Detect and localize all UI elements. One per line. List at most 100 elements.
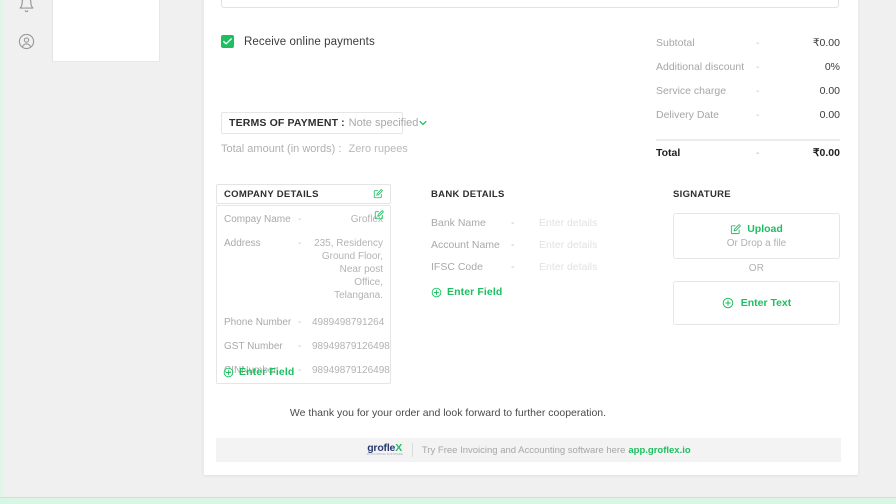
receive-online-payments-checkbox[interactable] bbox=[221, 35, 234, 48]
company-field-value: 98949879126498 bbox=[312, 341, 390, 352]
groflex-logo-text: grofleX bbox=[367, 443, 402, 454]
footer-promo-link[interactable]: app.groflex.io bbox=[628, 445, 690, 456]
invoice-summary: Subtotal - ₹0.00 Additional discount - 0… bbox=[656, 37, 840, 171]
signature-or-divider: OR bbox=[748, 263, 765, 274]
company-field-dash: - bbox=[298, 317, 302, 328]
thank-you-message: We thank you for your order and look for… bbox=[289, 407, 607, 419]
edit-company-title-icon[interactable] bbox=[373, 189, 383, 199]
summary-dash: - bbox=[756, 85, 760, 97]
company-field-value: 4989498791264 bbox=[312, 317, 385, 328]
terms-of-payment-value: Note specified bbox=[348, 117, 419, 129]
signature-upload-label: Upload bbox=[747, 223, 783, 235]
user-account-icon[interactable] bbox=[18, 33, 35, 50]
bank-details-title: BANK DETAILS bbox=[431, 189, 505, 200]
terms-of-payment-colon: : bbox=[341, 117, 345, 129]
signature-dropzone-hint: Or Drop a file bbox=[726, 238, 787, 249]
bank-enter-field-button[interactable]: Enter Field bbox=[431, 286, 502, 298]
summary-label: Service charge bbox=[656, 85, 727, 97]
summary-row-additional-discount: Additional discount - 0% bbox=[656, 61, 840, 85]
receive-online-payments-label: Receive online payments bbox=[244, 35, 375, 48]
signature-upload-dropzone[interactable]: Upload Or Drop a file bbox=[673, 213, 840, 259]
summary-dash: - bbox=[756, 109, 760, 121]
summary-label: Delivery Date bbox=[656, 109, 720, 121]
upload-edit-icon bbox=[731, 223, 741, 234]
company-field-value: 98949879126498 bbox=[312, 365, 390, 376]
company-field-dash: - bbox=[298, 214, 302, 225]
chevron-down-icon[interactable] bbox=[418, 118, 428, 128]
rail-accent-bar bbox=[0, 0, 3, 497]
company-field-key: Compay Name bbox=[224, 214, 291, 225]
bottom-accent-strip bbox=[0, 497, 896, 504]
bank-row-ifsc-code[interactable]: IFSC Code - Enter details bbox=[431, 261, 616, 283]
bank-row-bank-name[interactable]: Bank Name - Enter details bbox=[431, 217, 616, 239]
summary-row-service-charge: Service charge - 0.00 bbox=[656, 85, 840, 109]
summary-dash: - bbox=[756, 61, 760, 73]
bank-field-dash: - bbox=[511, 261, 515, 273]
signature-title: SIGNATURE bbox=[673, 189, 731, 200]
footer-promo-text: Try Free Invoicing and Accounting softwa… bbox=[421, 444, 626, 456]
plus-circle-icon bbox=[431, 287, 442, 297]
summary-label: Additional discount bbox=[656, 61, 745, 73]
company-row-phone-number: Phone Number - 4989498791264 bbox=[224, 316, 385, 329]
plus-circle-icon bbox=[223, 367, 234, 377]
bank-field-dash: - bbox=[511, 217, 515, 229]
company-field-key: Phone Number bbox=[224, 317, 292, 328]
bank-field-value[interactable]: Enter details bbox=[539, 239, 597, 251]
company-field-value: 235, Residency Ground Floor, Near post O… bbox=[314, 238, 383, 301]
sidebar-preview-card bbox=[52, 0, 160, 62]
summary-value: ₹0.00 bbox=[812, 37, 840, 49]
company-row-company-name: Compay Name - Groflex bbox=[224, 213, 383, 226]
total-in-words-label: Total amount (in words) : bbox=[221, 143, 342, 155]
groflex-logo: grofleX ACCOUNTING SOFTWARE bbox=[366, 443, 413, 458]
total-in-words-value: Zero rupees bbox=[348, 143, 408, 155]
summary-row-subtotal: Subtotal - ₹0.00 bbox=[656, 37, 840, 61]
summary-value: 0.00 bbox=[819, 109, 840, 121]
edit-company-details-icon[interactable] bbox=[374, 210, 384, 220]
summary-total-value: ₹0.00 bbox=[812, 147, 840, 159]
bank-field-key: Bank Name bbox=[431, 217, 486, 229]
company-row-gst-number: GST Number - 98949879126498 bbox=[224, 340, 390, 353]
summary-separator bbox=[656, 139, 840, 141]
bank-row-account-name[interactable]: Account Name - Enter details bbox=[431, 239, 616, 261]
total-amount-in-words: Total amount (in words) : Zero rupees bbox=[221, 143, 408, 155]
company-enter-field-label: Enter Field bbox=[239, 366, 295, 378]
terms-of-payment-label: TERMS OF PAYMENT bbox=[229, 117, 339, 129]
plus-circle-icon bbox=[722, 297, 733, 309]
company-details-card: Compay Name - Groflex Address - 235, Res… bbox=[216, 205, 391, 384]
company-field-value: Groflex bbox=[350, 214, 383, 225]
signature-enter-text-label: Enter Text bbox=[740, 297, 792, 309]
summary-value: 0% bbox=[824, 61, 840, 73]
company-field-key: Address bbox=[224, 238, 261, 249]
company-field-key: GST Number bbox=[224, 341, 283, 352]
bank-field-key: Account Name bbox=[431, 239, 500, 251]
panel-left-edge bbox=[203, 0, 204, 475]
summary-total-label: Total bbox=[656, 147, 681, 159]
bank-field-dash: - bbox=[511, 239, 515, 251]
footer-promo-banner: grofleX ACCOUNTING SOFTWARE Try Free Inv… bbox=[216, 438, 841, 462]
signature-enter-text-button[interactable]: Enter Text bbox=[673, 281, 840, 325]
bank-details-list: Bank Name - Enter details Account Name -… bbox=[431, 217, 616, 283]
company-enter-field-button[interactable]: Enter Field bbox=[223, 366, 294, 378]
note-textarea[interactable] bbox=[221, 0, 839, 8]
summary-row-delivery-date: Delivery Date - 0.00 bbox=[656, 109, 840, 133]
bank-field-key: IFSC Code bbox=[431, 261, 483, 273]
summary-label: Subtotal bbox=[656, 37, 695, 49]
company-row-address: Address - 235, Residency Ground Floor, N… bbox=[224, 237, 383, 302]
company-details-header[interactable]: COMPANY DETAILS bbox=[216, 184, 391, 204]
terms-of-payment-select[interactable]: TERMS OF PAYMENT : Note specified bbox=[221, 112, 427, 134]
bank-enter-field-label: Enter Field bbox=[447, 286, 503, 298]
receive-online-payments-row[interactable]: Receive online payments bbox=[221, 35, 375, 48]
groflex-logo-tagline: ACCOUNTING SOFTWARE bbox=[366, 453, 403, 457]
summary-value: 0.00 bbox=[819, 85, 840, 97]
company-field-dash: - bbox=[298, 365, 302, 376]
summary-dash: - bbox=[756, 37, 760, 49]
company-field-dash: - bbox=[298, 238, 302, 249]
summary-row-total: Total - ₹0.00 bbox=[656, 147, 840, 171]
notification-bell-icon[interactable] bbox=[18, 0, 35, 13]
signature-upload-row[interactable]: Upload bbox=[730, 223, 783, 235]
bank-field-value[interactable]: Enter details bbox=[539, 217, 597, 229]
bank-field-value[interactable]: Enter details bbox=[539, 261, 597, 273]
left-icon-rail bbox=[0, 0, 52, 497]
company-field-dash: - bbox=[298, 341, 302, 352]
company-details-title: COMPANY DETAILS bbox=[224, 188, 319, 200]
